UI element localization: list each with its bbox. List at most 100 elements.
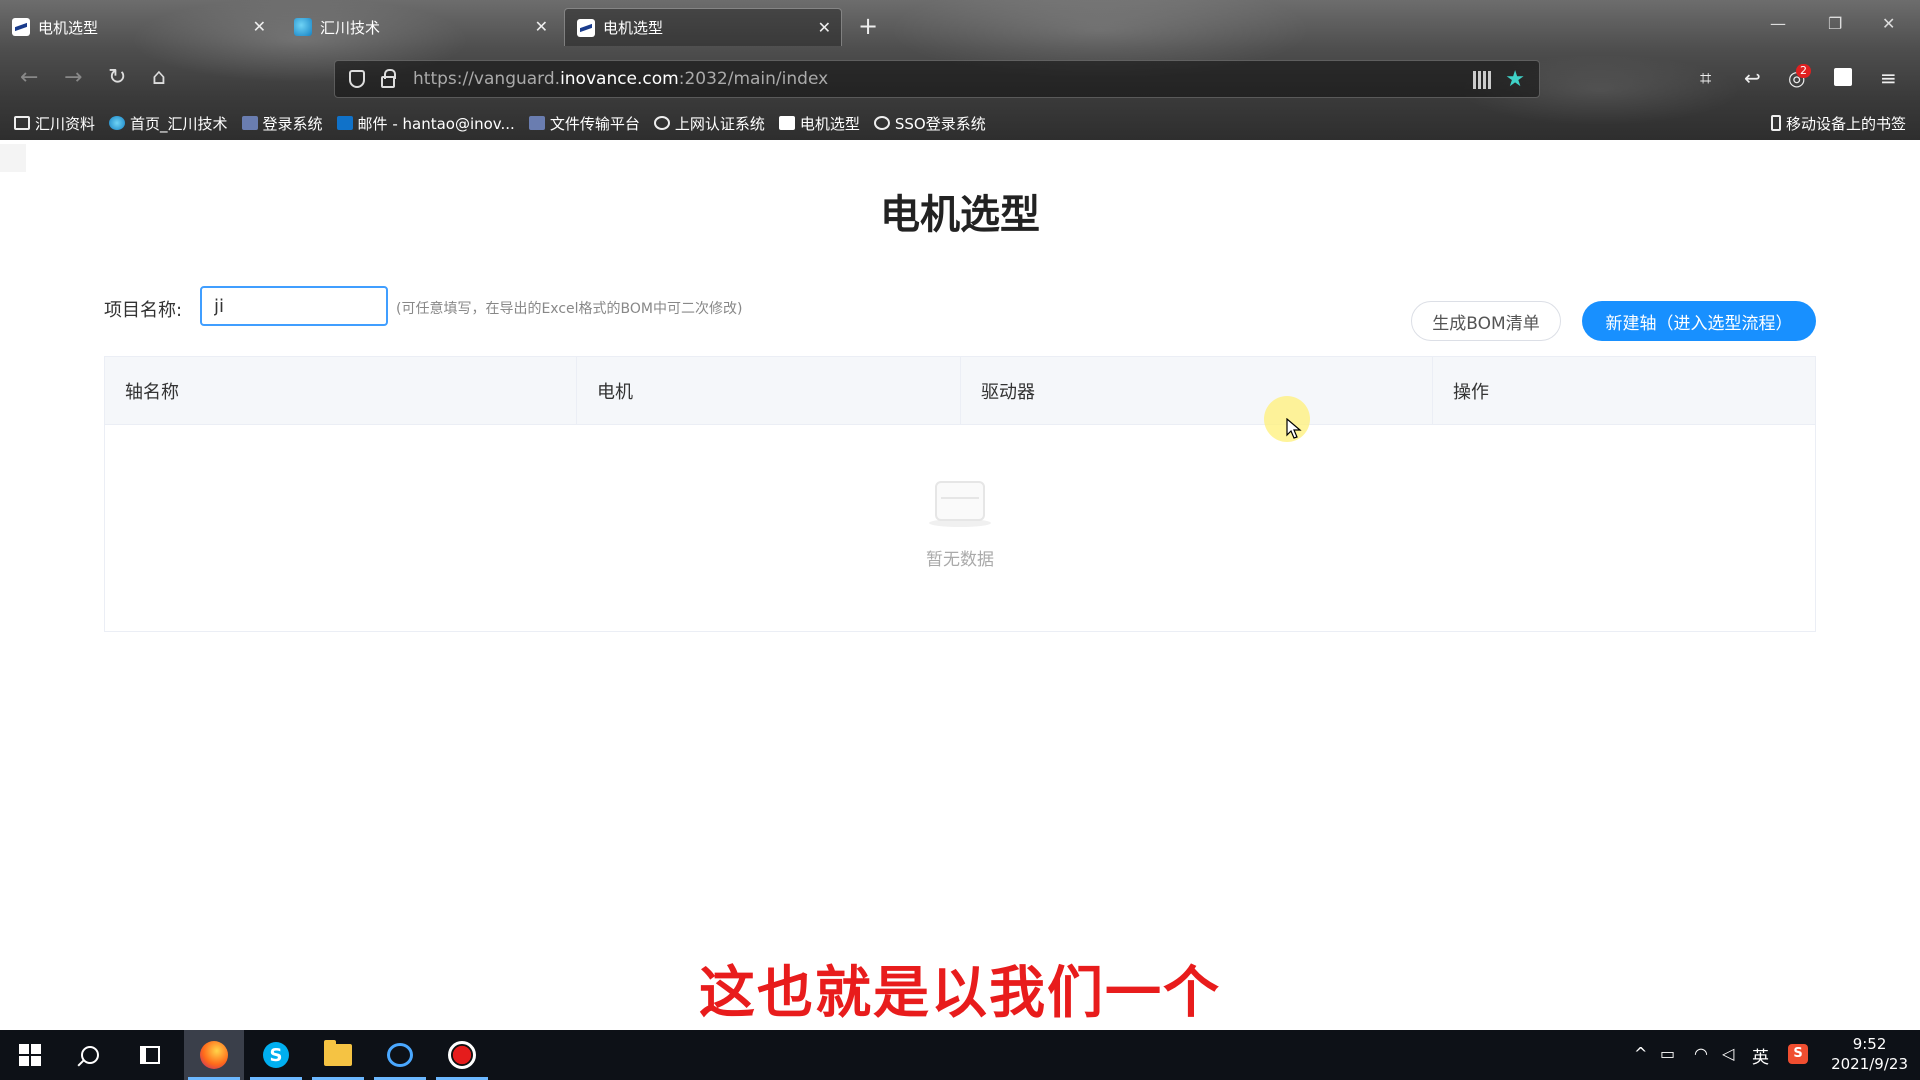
globe-icon — [109, 116, 126, 130]
minimize-button[interactable]: — — [1770, 14, 1786, 33]
system-clock[interactable]: 9:52 2021/9/23 — [1831, 1034, 1908, 1074]
lock-icon[interactable] — [381, 69, 396, 88]
globe-icon — [294, 18, 312, 36]
mobile-device-icon — [1770, 115, 1781, 131]
empty-state: 暂无数据 — [105, 477, 1815, 570]
project-name-input[interactable] — [200, 286, 388, 326]
bookmark-item[interactable]: 邮件 - hantao@inov... — [336, 113, 515, 134]
firefox-icon — [200, 1041, 228, 1069]
windows-start-icon — [19, 1044, 41, 1066]
mobile-bookmarks[interactable]: 移动设备上的书签 — [1770, 113, 1906, 134]
close-tab-icon[interactable]: ✕ — [253, 17, 266, 36]
bookmark-label: 上网认证系统 — [674, 114, 765, 133]
outlook-icon — [336, 116, 353, 130]
bookmarks-bar: 汇川资料 首页_汇川技术 登录系统 邮件 - hantao@inov... 文件… — [0, 110, 1920, 136]
input-method-indicator[interactable]: 英 — [1752, 1043, 1769, 1068]
close-tab-icon[interactable]: ✕ — [535, 17, 548, 36]
qr-code-icon[interactable] — [1473, 71, 1491, 89]
reload-button[interactable]: ↻ — [108, 66, 126, 90]
tracking-shield-icon[interactable] — [349, 70, 365, 88]
axis-table: 轴名称 电机 驱动器 操作 暂无数据 — [104, 356, 1816, 632]
page-title: 电机选型 — [880, 192, 1040, 238]
bookmark-label: SSO登录系统 — [894, 114, 986, 133]
record-icon — [448, 1041, 476, 1069]
address-bar[interactable]: https://vanguard.inovance.com:2032/main/… — [334, 60, 1540, 98]
video-subtitle: 这也就是以我们一个 — [699, 961, 1221, 1026]
bookmark-star-icon[interactable]: ★ — [1505, 67, 1525, 92]
bookmark-item[interactable]: SSO登录系统 — [873, 113, 986, 134]
bookmark-item[interactable]: 文件传输平台 — [528, 113, 640, 134]
taskbar-firefox[interactable] — [184, 1030, 244, 1080]
taskbar-skype[interactable]: S — [246, 1030, 306, 1080]
column-header-driver: 驱动器 — [961, 357, 1433, 424]
notification-badge: 2 — [1796, 64, 1811, 78]
project-name-hint: (可任意填写，在导出的Excel格式的BOM中可二次修改) — [396, 301, 743, 317]
url-domain: inovance.com — [560, 69, 679, 89]
chat-icon — [387, 1043, 413, 1067]
empty-text: 暂无数据 — [926, 550, 994, 570]
project-name-label: 项目名称: — [104, 300, 183, 321]
clock-date: 2021/9/23 — [1831, 1055, 1908, 1073]
screenshot-crop-icon[interactable]: ⌗ — [1700, 66, 1711, 90]
navigation-bar: ← → ↻ ⌂ https://vanguard.inovance.com:20… — [0, 56, 1920, 104]
close-tab-icon[interactable]: ✕ — [818, 18, 831, 37]
new-tab-button[interactable]: + — [858, 12, 878, 40]
globe-outline-icon — [873, 116, 890, 130]
generate-bom-button[interactable]: 生成BOM清单 — [1411, 301, 1561, 341]
search-icon — [81, 1046, 99, 1064]
empty-inbox-icon — [929, 477, 991, 527]
tab-title: 电机选型 — [38, 18, 99, 37]
bookmark-item[interactable]: 登录系统 — [241, 113, 323, 134]
undo-arrow-icon[interactable]: ↩ — [1744, 66, 1761, 90]
taskbar-file-explorer[interactable] — [308, 1030, 368, 1080]
bookmark-item[interactable]: 上网认证系统 — [653, 113, 765, 134]
globe-outline-icon — [653, 116, 670, 130]
bookmark-label: 邮件 - hantao@inov... — [357, 114, 515, 133]
back-button[interactable]: ← — [20, 66, 38, 90]
inovance-icon — [528, 116, 545, 130]
folder-icon — [14, 116, 30, 130]
url-prefix: https://vanguard. — [413, 69, 561, 89]
column-header-motor: 电机 — [577, 357, 961, 424]
bookmark-item[interactable]: 汇川资料 — [14, 113, 95, 134]
skype-icon: S — [263, 1042, 289, 1068]
wifi-icon[interactable]: ◠ — [1694, 1044, 1708, 1063]
restore-button[interactable]: ❐ — [1828, 14, 1842, 33]
taskbar-recorder[interactable] — [432, 1030, 492, 1080]
browser-chrome: 电机选型 ✕ 汇川技术 ✕ 电机选型 ✕ + — ❐ ✕ ← → ↻ ⌂ htt… — [0, 0, 1920, 140]
tab-title: 电机选型 — [603, 19, 664, 37]
task-view-icon — [140, 1046, 160, 1064]
extension-green-icon[interactable] — [1834, 68, 1852, 86]
sogou-ime-icon[interactable]: S — [1788, 1044, 1808, 1064]
bookmark-label: 移动设备上的书签 — [1785, 114, 1906, 133]
bookmark-label: 电机选型 — [799, 114, 860, 133]
tray-expand-icon[interactable]: ^ — [1634, 1044, 1647, 1063]
file-explorer-icon — [324, 1040, 352, 1066]
inovance-icon — [12, 18, 30, 36]
url-text[interactable]: https://vanguard.inovance.com:2032/main/… — [413, 69, 828, 89]
volume-icon[interactable]: ◁ — [1722, 1044, 1734, 1063]
bookmark-label: 汇川资料 — [35, 114, 96, 133]
bookmark-item[interactable]: 首页_汇川技术 — [109, 113, 228, 134]
close-window-button[interactable]: ✕ — [1882, 14, 1895, 33]
browser-tab-1[interactable]: 电机选型 ✕ — [0, 8, 276, 46]
browser-tab-2[interactable]: 汇川技术 ✕ — [282, 8, 558, 46]
page-corner-mark — [0, 144, 26, 172]
home-button[interactable]: ⌂ — [152, 66, 166, 90]
start-button[interactable] — [0, 1030, 60, 1080]
page-content: 电机选型 项目名称: (可任意填写，在导出的Excel格式的BOM中可二次修改)… — [0, 140, 1920, 1030]
new-axis-button[interactable]: 新建轴（进入选型流程） — [1582, 301, 1816, 341]
url-suffix: :2032/main/index — [678, 69, 829, 89]
battery-icon[interactable]: ▭ — [1660, 1044, 1675, 1063]
menu-icon[interactable]: ≡ — [1880, 66, 1897, 90]
forward-button[interactable]: → — [64, 66, 82, 90]
bookmark-item[interactable]: 电机选型 — [778, 113, 860, 134]
browser-tab-3[interactable]: 电机选型 ✕ — [564, 8, 842, 46]
bookmark-label: 登录系统 — [262, 114, 323, 133]
search-button[interactable] — [60, 1030, 120, 1080]
clock-time: 9:52 — [1852, 1035, 1887, 1053]
task-view-button[interactable] — [120, 1030, 180, 1080]
taskbar-chat[interactable] — [370, 1030, 430, 1080]
bookmark-label: 首页_汇川技术 — [130, 114, 228, 133]
inovance-icon — [577, 18, 595, 37]
